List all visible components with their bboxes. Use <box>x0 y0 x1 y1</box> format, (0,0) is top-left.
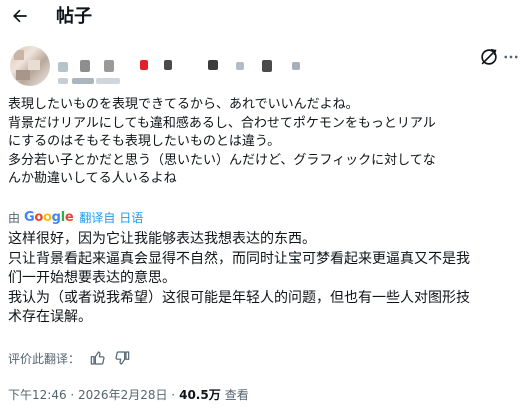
author-row <box>0 38 526 88</box>
post-meta: 下午12:46 · 2026年2月28日 · 40.5万 查看 <box>8 386 249 402</box>
back-arrow-icon <box>13 9 27 23</box>
original-line: 表現したいものを表現できてるから、あれでいいんだよね。 <box>8 97 359 112</box>
translated-by: 由 Google 翻译自 日语 <box>8 209 143 225</box>
thumbs-up-icon <box>90 351 105 365</box>
grok-icon <box>481 48 497 65</box>
translation-line: 我认为（或者说我希望）这很可能是年轻人的问题，但也有一些人对图形技 <box>8 289 470 306</box>
page-title: 帖子 <box>56 6 92 27</box>
original-line: 背景だけリアルにしても違和感あるし、合わせてポケモンをもっとリアル <box>8 115 436 131</box>
original-line: にするのはそもそも表現したいものとは違う。 <box>8 134 281 150</box>
back-button[interactable] <box>6 2 34 30</box>
more-button[interactable] <box>500 46 522 68</box>
more-icon <box>504 55 518 59</box>
view-count-label: 查看 <box>224 387 249 402</box>
post-timestamp[interactable]: 下午12:46 · 2026年2月28日 · <box>8 386 175 403</box>
thumbs-up-button[interactable] <box>90 350 106 366</box>
thumbs-down-button[interactable] <box>114 350 130 366</box>
post-translation-text: 这样很好，因为它让我能够表达我想表达的东西。 只让背景看起来逼真会显得不自然，而… <box>8 230 520 328</box>
post-original-text: 表現したいものを表現できてるから、あれでいいんだよね。 背景だけリアルにしても違… <box>8 96 520 189</box>
rate-translation: 评价此翻译： <box>8 350 130 366</box>
original-line: 多分若い子とかだと思う（思いたい）んだけど、グラフィックに対してな <box>8 152 436 168</box>
top-bar: 帖子 <box>0 0 526 34</box>
thumbs-down-icon <box>115 351 130 365</box>
translation-line: 术存在误解。 <box>8 309 92 325</box>
avatar[interactable] <box>10 46 50 86</box>
rate-label: 评价此翻译： <box>8 351 81 366</box>
translated-by-prefix: 由 <box>8 210 21 225</box>
view-count: 40.5万 <box>179 387 221 402</box>
grok-button[interactable] <box>478 46 500 68</box>
google-logo: Google <box>24 209 74 225</box>
translation-line: 只让背景看起来逼真会显得不自然，而同时让宝可梦看起来更逼真又不是我 <box>8 250 470 267</box>
translated-from-link[interactable]: 翻译自 日语 <box>79 209 143 226</box>
translation-line: 这样很好，因为它让我能够表达我想表达的东西。 <box>8 231 316 247</box>
original-line: んか勘違いしてる人いるよね <box>8 171 177 187</box>
translation-line: 们一开始想要表达的意思。 <box>8 270 176 286</box>
